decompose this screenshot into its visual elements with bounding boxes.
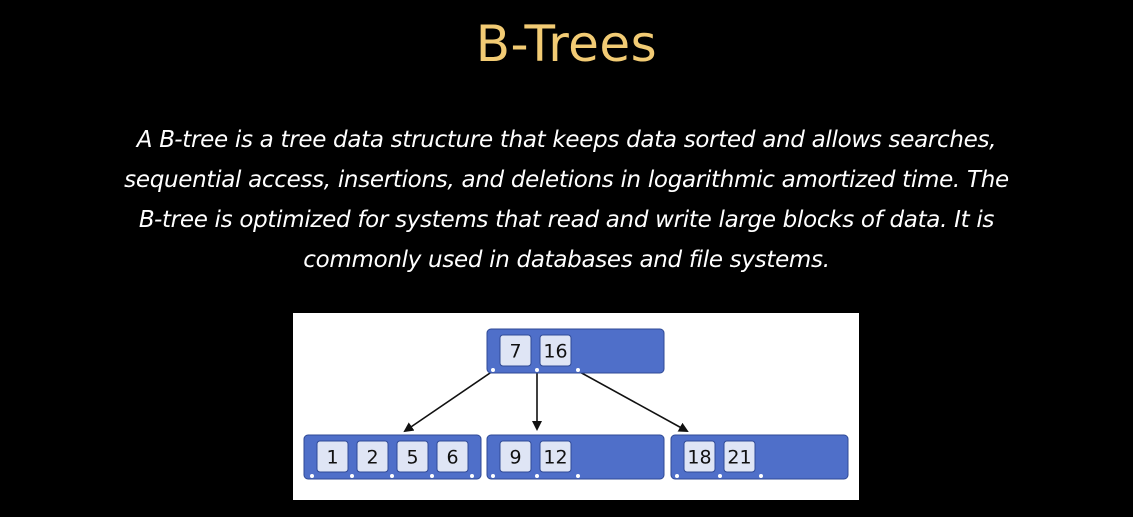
body-line: A B-tree is a tree data structure that k… <box>136 127 997 153</box>
root-node: 7 16 <box>486 328 665 374</box>
key-label: 6 <box>446 447 458 469</box>
pointer-dot <box>759 474 763 478</box>
body-line: sequential access, insertions, and delet… <box>124 167 1009 193</box>
pointer-dot <box>470 474 474 478</box>
key-label: 7 <box>509 341 521 363</box>
pointer-dot <box>491 368 495 372</box>
slide-title: B-Trees <box>475 15 658 73</box>
body-line: commonly used in databases and file syst… <box>303 247 830 273</box>
pointer-dot <box>718 474 722 478</box>
edge-root-to-child-1 <box>403 370 494 433</box>
key-label: 1 <box>326 447 338 469</box>
pointer-dot <box>675 474 679 478</box>
pointer-dot <box>390 474 394 478</box>
pointer-dot <box>430 474 434 478</box>
key-label: 18 <box>687 447 711 469</box>
key-label: 16 <box>543 341 567 363</box>
body-line: B-tree is optimized for systems that rea… <box>138 207 995 233</box>
key-label: 21 <box>727 447 751 469</box>
key-label: 5 <box>406 447 418 469</box>
pointer-dot <box>491 474 495 478</box>
b-tree-svg: 7 16 1 2 5 6 9 12 18 21 <box>303 328 849 480</box>
child-node-2: 9 12 <box>486 434 665 480</box>
pointer-dot <box>350 474 354 478</box>
edge-root-to-child-3 <box>577 370 689 432</box>
key-label: 9 <box>509 447 521 469</box>
child-node-1: 1 2 5 6 <box>303 434 482 480</box>
child-node-3: 18 21 <box>670 434 849 480</box>
b-tree-diagram: 7 16 1 2 5 6 9 12 18 21 <box>293 313 859 500</box>
key-label: 2 <box>366 447 378 469</box>
pointer-dot <box>310 474 314 478</box>
slide-body: A B-tree is a tree data structure that k… <box>40 120 1093 280</box>
pointer-dot <box>535 474 539 478</box>
pointer-dot <box>576 474 580 478</box>
pointer-dot <box>576 368 580 372</box>
key-label: 12 <box>543 447 567 469</box>
pointer-dot <box>535 368 539 372</box>
